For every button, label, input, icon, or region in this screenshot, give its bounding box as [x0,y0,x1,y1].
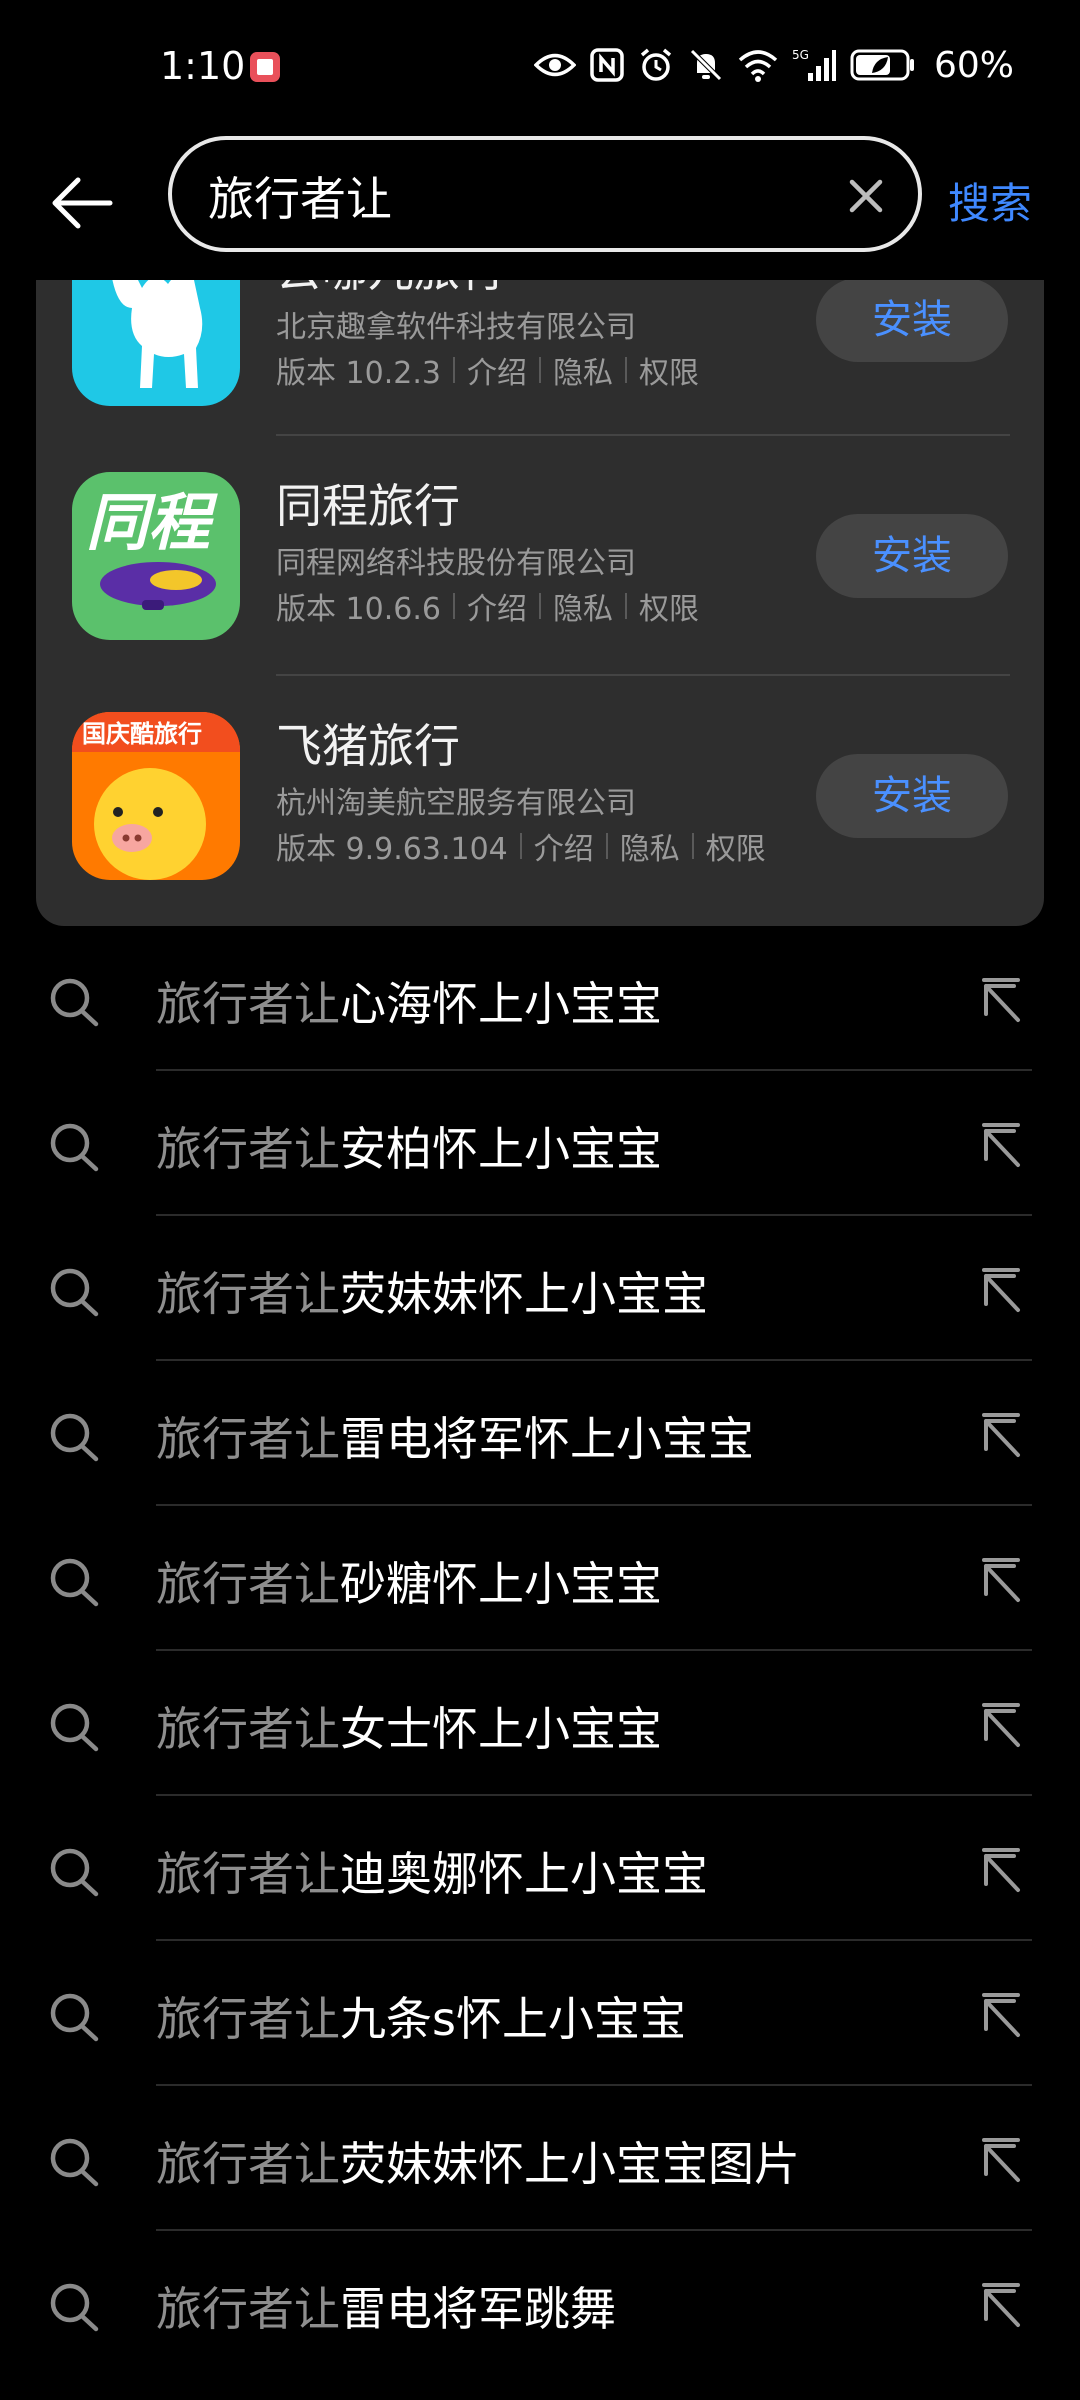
suggestion-text: 旅行者让迪奥娜怀上小宝宝 [156,1847,708,1901]
status-icons: 5G 60% [533,40,1014,90]
notification-app-icon [250,52,280,82]
app-name: 同程旅行 [276,479,460,533]
fill-query-arrow-icon[interactable] [976,2281,1026,2331]
suggestion-item[interactable]: 旅行者让女士怀上小宝宝 [0,1651,1080,1796]
suggestion-item[interactable]: 旅行者让荧妹妹怀上小宝宝 [0,1216,1080,1361]
app-item[interactable]: 国庆酷旅行 飞猪旅行 杭州淘美航空服务有限公司 版本 9.9.63.104 介绍… [36,674,1044,914]
fill-query-arrow-icon[interactable] [976,976,1026,1026]
fliggy-pig-icon: 国庆酷旅行 [72,712,240,880]
clear-button[interactable] [844,174,888,218]
suggestion-text: 旅行者让安柏怀上小宝宝 [156,1122,662,1176]
suggestion-text: 旅行者让心海怀上小宝宝 [156,977,662,1031]
fill-query-arrow-icon[interactable] [976,1846,1026,1896]
search-icon [50,1993,99,2042]
app-meta: 版本 10.6.6 介绍 隐私 权限 [276,584,699,628]
app-meta: 版本 9.9.63.104 介绍 隐私 权限 [276,824,766,868]
app-developer: 北京趣拿软件科技有限公司 [276,310,636,345]
suggestion-text: 旅行者让雷电将军怀上小宝宝 [156,1412,754,1466]
search-field[interactable] [168,136,922,252]
fill-query-arrow-icon[interactable] [976,1701,1026,1751]
fill-query-arrow-icon[interactable] [976,1991,1026,2041]
suggestion-item[interactable]: 旅行者让雷电将军跳舞 [0,2231,1080,2376]
mute-icon [688,45,724,85]
search-header: 搜索 [0,130,1080,280]
search-icon [50,1703,99,1752]
close-icon [849,179,883,213]
app-name: 去哪儿旅行 [276,280,506,300]
fill-query-arrow-icon[interactable] [976,1266,1026,1316]
app-meta: 版本 10.2.3 介绍 隐私 权限 [276,348,699,392]
app-developer: 同程网络科技股份有限公司 [276,546,636,581]
camel-icon [72,280,240,406]
suggestion-text: 旅行者让女士怀上小宝宝 [156,1702,662,1756]
app-item[interactable]: 去哪儿旅行 北京趣拿软件科技有限公司 版本 10.2.3 介绍 隐私 权限 安装 [36,280,1044,440]
suggestion-text: 旅行者让荧妹妹怀上小宝宝 [156,1267,708,1321]
app-version: 版本 10.2.3 [276,356,441,391]
suggestion-text: 旅行者让雷电将军跳舞 [156,2282,616,2336]
fill-query-arrow-icon[interactable] [976,1411,1026,1461]
status-bar: 1:10 5G 60% [0,0,1080,140]
app-intro-link[interactable]: 介绍 [467,584,527,628]
app-version: 版本 9.9.63.104 [276,832,508,867]
suggestion-item[interactable]: 旅行者让九条s怀上小宝宝 [0,1941,1080,2086]
search-icon [50,1558,99,1607]
app-version: 版本 10.6.6 [276,592,441,627]
search-icon [50,1413,99,1462]
fill-query-arrow-icon[interactable] [976,2136,1026,2186]
battery-icon [850,45,916,85]
search-button[interactable]: 搜索 [948,170,1032,231]
app-permissions-link[interactable]: 权限 [706,824,766,868]
status-time: 1:10 [160,44,246,88]
search-icon [50,2283,99,2332]
fill-query-arrow-icon[interactable] [976,1121,1026,1171]
suggestion-item[interactable]: 旅行者让心海怀上小宝宝 [0,926,1080,1071]
app-privacy-link[interactable]: 隐私 [553,348,613,392]
fill-query-arrow-icon[interactable] [976,1556,1026,1606]
signal-5g-icon: 5G [792,45,836,85]
arrow-left-icon [52,177,113,229]
search-icon [50,1123,99,1172]
app-developer: 杭州淘美航空服务有限公司 [276,786,636,821]
app-permissions-link[interactable]: 权限 [639,584,699,628]
svg-text:同程: 同程 [86,486,218,559]
install-button[interactable]: 安装 [816,754,1008,838]
app-item[interactable]: 同程 同程旅行 同程网络科技股份有限公司 版本 10.6.6 介绍 隐私 权限 … [36,434,1044,674]
suggestion-text: 旅行者让砂糖怀上小宝宝 [156,1557,662,1611]
wifi-icon [738,45,778,85]
app-privacy-link[interactable]: 隐私 [553,584,613,628]
install-button[interactable]: 安装 [816,514,1008,598]
back-button[interactable] [48,168,118,238]
app-privacy-link[interactable]: 隐私 [620,824,680,868]
app-intro-link[interactable]: 介绍 [467,348,527,392]
app-permissions-link[interactable]: 权限 [639,348,699,392]
svg-text:5G: 5G [792,48,809,62]
suggestion-text: 旅行者让九条s怀上小宝宝 [156,1992,686,2046]
alarm-icon [638,45,674,85]
tongcheng-logo-icon: 同程 [72,472,240,640]
divider [276,674,1010,676]
app-results-card: 去哪儿旅行 北京趣拿软件科技有限公司 版本 10.2.3 介绍 隐私 权限 安装… [36,280,1044,926]
suggestion-item[interactable]: 旅行者让迪奥娜怀上小宝宝 [0,1796,1080,1941]
eye-icon [533,45,576,85]
search-icon [50,1268,99,1317]
suggestion-item[interactable]: 旅行者让雷电将军怀上小宝宝 [0,1361,1080,1506]
search-icon [50,1848,99,1897]
divider [276,434,1010,436]
install-button[interactable]: 安装 [816,280,1008,362]
search-icon [50,978,99,1027]
search-icon [50,2138,99,2187]
search-input[interactable] [206,162,810,230]
suggestion-item[interactable]: 旅行者让砂糖怀上小宝宝 [0,1506,1080,1651]
suggestion-item[interactable]: 旅行者让荧妹妹怀上小宝宝图片 [0,2086,1080,2231]
app-intro-link[interactable]: 介绍 [534,824,594,868]
svg-text:国庆酷旅行: 国庆酷旅行 [82,720,202,748]
battery-percentage: 60% [933,44,1014,86]
suggestion-text: 旅行者让荧妹妹怀上小宝宝图片 [156,2137,800,2191]
nfc-icon [590,45,624,85]
app-name: 飞猪旅行 [276,719,460,773]
suggestion-item[interactable]: 旅行者让安柏怀上小宝宝 [0,1071,1080,1216]
